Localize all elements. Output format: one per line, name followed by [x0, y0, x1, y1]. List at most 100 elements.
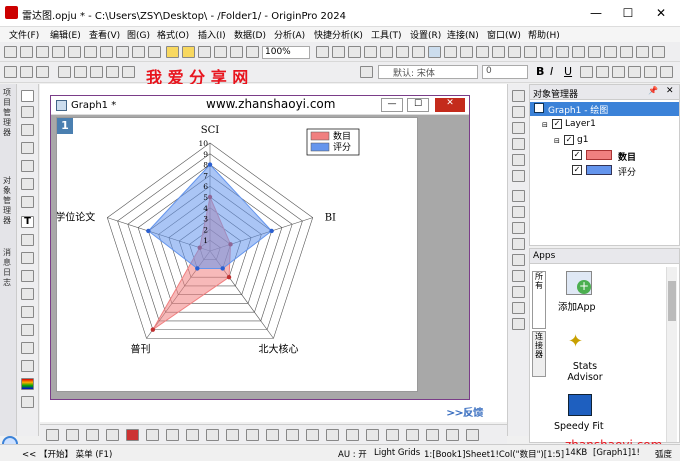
line-symbol-icon[interactable]: [86, 429, 99, 441]
rescale-y-icon[interactable]: [512, 122, 525, 134]
underline-button[interactable]: U: [564, 65, 572, 78]
extract-icon[interactable]: [512, 254, 525, 266]
data-reader-icon[interactable]: [21, 160, 34, 172]
graph-close-button[interactable]: ✕: [435, 98, 465, 112]
region-icon[interactable]: [21, 196, 34, 208]
zoom-panning-icon[interactable]: [21, 106, 34, 118]
apps-icon[interactable]: [428, 46, 441, 58]
messages-icon[interactable]: [444, 46, 457, 58]
menu-help[interactable]: 帮助(H): [528, 28, 560, 41]
cut-icon[interactable]: [58, 66, 71, 78]
line-tool-icon[interactable]: [21, 270, 34, 282]
copy-icon[interactable]: [74, 66, 87, 78]
rectangle-icon[interactable]: [21, 288, 34, 300]
stats-advisor-icon[interactable]: ✦: [568, 331, 592, 355]
graph-minimize-button[interactable]: —: [381, 98, 403, 112]
apps-tab-all[interactable]: 所有: [532, 271, 546, 329]
template-icon[interactable]: [286, 429, 299, 441]
merge-icon[interactable]: [512, 238, 525, 250]
menu-window[interactable]: 窗口(W): [487, 28, 521, 41]
multi-panel-icon[interactable]: [306, 429, 319, 441]
speedy-fit-icon[interactable]: [568, 394, 592, 416]
font-size-combo[interactable]: 0: [482, 65, 528, 79]
graph-maximize-button[interactable]: ☐: [407, 98, 429, 112]
new-matrix-icon[interactable]: [52, 46, 65, 58]
zoom-combo[interactable]: 100%: [262, 46, 310, 59]
increase-font-icon[interactable]: [628, 66, 641, 78]
pie-plot-icon[interactable]: [146, 429, 159, 441]
subscript-icon[interactable]: [596, 66, 609, 78]
panel-close-button[interactable]: ✕: [666, 86, 674, 96]
table-icon[interactable]: [21, 360, 34, 372]
new-project-icon[interactable]: [4, 46, 17, 58]
superscript-icon[interactable]: [580, 66, 593, 78]
dock-tab-object-manager[interactable]: 对象管理器: [3, 176, 13, 226]
connect-icon[interactable]: [572, 46, 585, 58]
collapse-icon[interactable]: ⊟: [554, 137, 560, 145]
scrollbar-thumb[interactable]: [668, 281, 676, 321]
tree-item-series-1[interactable]: ✓ 数目: [572, 149, 679, 163]
area-plot-icon[interactable]: [166, 429, 179, 441]
new-notes-icon[interactable]: [68, 46, 81, 58]
app-add-app[interactable]: 添加App: [558, 299, 596, 313]
group-checkbox[interactable]: ✓: [564, 135, 574, 145]
open-template-icon[interactable]: [182, 46, 195, 58]
status-autoupdate[interactable]: AU : 开: [338, 448, 367, 460]
open-icon[interactable]: [166, 46, 179, 58]
insert-column-icon[interactable]: [360, 66, 373, 78]
column-plot-icon[interactable]: [126, 429, 139, 441]
apps-tab-connectors[interactable]: 连接器: [532, 331, 546, 377]
new-3d-icon[interactable]: [116, 46, 129, 58]
greek-icon[interactable]: [612, 66, 625, 78]
app-stats-advisor[interactable]: Stats Advisor: [560, 361, 610, 383]
menu-connect[interactable]: 连接(N): [447, 28, 479, 41]
spline-icon[interactable]: [106, 429, 119, 441]
new-graph-icon[interactable]: [36, 46, 49, 58]
data-selector-icon[interactable]: [21, 178, 34, 190]
copy-format-icon[interactable]: [106, 66, 119, 78]
layer-table-icon[interactable]: [512, 222, 525, 234]
ternary-icon[interactable]: [266, 429, 279, 441]
redo-icon[interactable]: [20, 66, 33, 78]
scale-bar-icon[interactable]: [512, 206, 525, 218]
results-log-icon[interactable]: [396, 46, 409, 58]
import-csv-icon[interactable]: [524, 46, 537, 58]
menu-file[interactable]: 文件(F): [9, 28, 39, 41]
connect-web-icon[interactable]: [588, 46, 601, 58]
minimize-button[interactable]: —: [580, 4, 612, 22]
menu-data[interactable]: 数据(D): [234, 28, 266, 41]
new-function-icon[interactable]: [100, 46, 113, 58]
script-window-icon[interactable]: [364, 46, 377, 58]
series-1-checkbox[interactable]: ✓: [572, 150, 582, 160]
undo-icon[interactable]: [4, 66, 17, 78]
menu-settings[interactable]: 设置(R): [410, 28, 441, 41]
waterfall-icon[interactable]: [446, 429, 459, 441]
collapse-icon[interactable]: ⊟: [542, 121, 548, 129]
redraw-icon[interactable]: [36, 66, 49, 78]
export-icon[interactable]: [230, 46, 243, 58]
3d-bar-icon[interactable]: [406, 429, 419, 441]
duplicate-icon[interactable]: [332, 46, 345, 58]
save-icon[interactable]: [198, 46, 211, 58]
menu-tools[interactable]: 工具(T): [371, 28, 402, 41]
heatmap-icon[interactable]: [426, 429, 439, 441]
save-template-icon[interactable]: [214, 46, 227, 58]
tree-item-layer[interactable]: ⊟ ✓ Layer1: [542, 118, 679, 132]
status-grids[interactable]: Light Grids: [374, 448, 420, 458]
import-multiple-icon[interactable]: [556, 46, 569, 58]
layer-icon[interactable]: [21, 396, 34, 408]
legend-icon[interactable]: [512, 154, 525, 166]
tree-item-series-2[interactable]: ✓ 评分: [572, 164, 679, 178]
rescale-x-icon[interactable]: [512, 106, 525, 118]
swap-icon[interactable]: [512, 318, 525, 330]
vector-icon[interactable]: [366, 429, 379, 441]
italic-button[interactable]: I: [550, 65, 553, 78]
new-excel-icon[interactable]: [132, 46, 145, 58]
menu-format[interactable]: 格式(O): [157, 28, 189, 41]
equation-icon[interactable]: [21, 324, 34, 336]
refresh-icon[interactable]: [316, 46, 329, 58]
surface-icon[interactable]: [226, 429, 239, 441]
menu-edit[interactable]: 编辑(E): [50, 28, 81, 41]
more-icon[interactable]: [652, 46, 665, 58]
datetime-icon[interactable]: [512, 190, 525, 202]
